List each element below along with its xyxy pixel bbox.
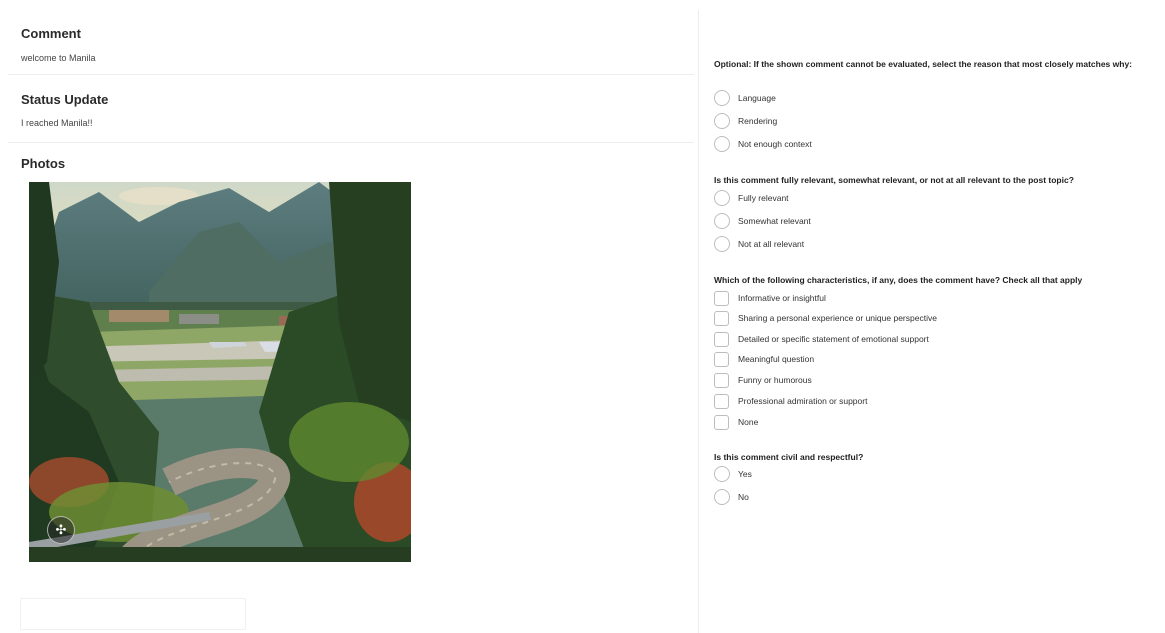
option-label: Detailed or specific statement of emotio…: [738, 334, 929, 344]
option-rendering[interactable]: Rendering: [714, 112, 777, 130]
option-meaningful-question[interactable]: Meaningful question: [714, 350, 814, 368]
option-label: Meaningful question: [738, 354, 815, 364]
evaluation-form: Optional: If the shown comment cannot be…: [712, 0, 1165, 633]
option-label: Fully relevant: [738, 193, 789, 203]
comment-card: Comment welcome to Manila: [8, 10, 694, 75]
option-none[interactable]: None: [714, 413, 758, 431]
option-label: Not enough context: [738, 139, 812, 149]
option-somewhat-relevant[interactable]: Somewhat relevant: [714, 212, 811, 230]
question-relevance: Is this comment fully relevant, somewhat…: [714, 175, 1074, 185]
radio-button[interactable]: [714, 236, 730, 252]
radio-button[interactable]: [714, 489, 730, 505]
checkbox[interactable]: [714, 393, 729, 409]
radio-button[interactable]: [714, 113, 730, 129]
question-characteristics: Which of the following characteristics, …: [714, 275, 1083, 285]
option-fully-relevant[interactable]: Fully relevant: [714, 189, 789, 207]
photos-title: Photos: [21, 156, 66, 171]
option-professional-admiration[interactable]: Professional admiration or support: [714, 392, 867, 410]
photo-footer-box: [20, 598, 246, 630]
post-photo[interactable]: ✣: [29, 182, 411, 562]
option-informative[interactable]: Informative or insightful: [714, 289, 826, 307]
option-funny[interactable]: Funny or humorous: [714, 371, 812, 389]
option-emotional-support[interactable]: Detailed or specific statement of emotio…: [714, 330, 929, 348]
option-label: Language: [738, 93, 776, 103]
comment-title: Comment: [21, 26, 81, 41]
option-not-enough-context[interactable]: Not enough context: [714, 135, 812, 153]
option-label: Sharing a personal experience or unique …: [738, 313, 937, 323]
checkbox[interactable]: [714, 331, 729, 347]
comment-text: welcome to Manila: [21, 53, 96, 63]
sparkle-icon[interactable]: ✣: [47, 516, 75, 544]
option-label: None: [738, 417, 759, 427]
option-yes[interactable]: Yes: [714, 465, 752, 483]
radio-button[interactable]: [714, 190, 730, 206]
option-not-at-all-relevant[interactable]: Not at all relevant: [714, 235, 804, 253]
checkbox[interactable]: [714, 310, 729, 326]
option-label: Professional admiration or support: [738, 396, 868, 406]
status-update-card: Status Update I reached Manila!!: [8, 76, 694, 143]
option-language[interactable]: Language: [714, 89, 776, 107]
checkbox[interactable]: [714, 372, 729, 388]
option-label: Somewhat relevant: [738, 216, 811, 226]
option-label: No: [738, 492, 749, 502]
radio-button[interactable]: [714, 90, 730, 106]
option-label: Not at all relevant: [738, 239, 805, 249]
checkbox[interactable]: [714, 290, 729, 306]
radio-button[interactable]: [714, 136, 730, 152]
post-panel: Comment welcome to Manila Status Update …: [8, 10, 699, 633]
option-label: Rendering: [738, 116, 778, 126]
option-label: Informative or insightful: [738, 293, 826, 303]
status-update-text: I reached Manila!!: [21, 118, 93, 128]
checkbox[interactable]: [714, 414, 729, 430]
option-personal-experience[interactable]: Sharing a personal experience or unique …: [714, 309, 937, 327]
landscape-illustration: [29, 182, 411, 562]
question-civility: Is this comment civil and respectful?: [714, 452, 864, 462]
radio-button[interactable]: [714, 466, 730, 482]
option-label: Funny or humorous: [738, 375, 812, 385]
radio-button[interactable]: [714, 213, 730, 229]
option-no[interactable]: No: [714, 488, 749, 506]
status-update-title: Status Update: [21, 92, 109, 107]
checkbox[interactable]: [714, 351, 729, 367]
option-label: Yes: [738, 469, 752, 479]
question-cannot-evaluate: Optional: If the shown comment cannot be…: [714, 59, 1133, 69]
